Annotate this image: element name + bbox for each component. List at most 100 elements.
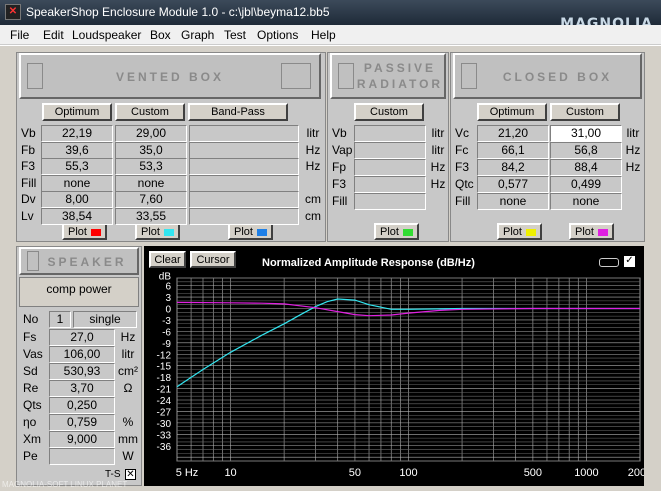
closed-custom-button[interactable]: Custom [550,103,620,121]
y-tick-label: -36 [157,442,172,453]
app-icon[interactable]: ✕ [5,4,21,20]
menu-graph[interactable]: Graph [181,28,214,42]
speaker-mode[interactable]: single [73,311,137,328]
menu-bar: File Edit Loudspeaker Box Graph Test Opt… [0,25,661,45]
speaker-name: comp power [46,282,112,296]
speaker-no-value[interactable]: 1 [49,311,71,328]
vented-plot-custom[interactable]: Plot [135,223,180,240]
closed-row-unit: Hz [625,143,641,157]
speaker-name-box[interactable]: comp power [19,277,139,307]
vented-custom-value[interactable]: 7,60 [115,191,187,208]
vented-optimum-value: 39,6 [41,141,113,159]
y-tick-label: -15 [157,362,172,373]
speaker-param-unit: % [122,415,134,429]
speaker-param-value[interactable]: 106,00 [49,346,115,363]
passive-row-label: Vb [332,126,347,140]
closed-box-header: CLOSED BOX [453,53,642,99]
closed-row-label: Qtc [455,177,474,191]
y-tick-label: -30 [157,419,172,430]
menu-file[interactable]: File [10,28,29,42]
passive-value[interactable] [354,125,426,142]
passive-row-unit: litr [431,126,445,140]
speaker-param-value[interactable]: 27,0 [49,329,115,346]
vented-bandpass-value [189,141,299,159]
band-pass-button[interactable]: Band-Pass [188,103,288,121]
speaker-param-unit: W [122,449,134,463]
magenta-swatch [597,228,608,236]
y-tick-label: -12 [157,350,172,361]
closed-optimum-button[interactable]: Optimum [477,103,547,121]
speaker-param-label: ηo [23,415,37,429]
speaker-title: SPEAKER [47,255,127,269]
passive-title-1: PASSIVE [363,61,437,75]
vented-custom-button[interactable]: Custom [115,103,185,121]
closed-custom-value[interactable]: 56,8 [550,142,622,159]
closed-row-unit: litr [626,126,640,140]
speaker-param-value[interactable]: 530,93 [49,363,115,380]
vented-custom-value[interactable]: 35,0 [115,141,187,159]
vented-row-unit: litr [306,126,320,140]
closed-optimum-value: 84,2 [477,159,549,176]
ts-checkbox[interactable]: ✕ [125,469,136,480]
response-graph[interactable]: Clear Cursor Normalized Amplitude Respon… [144,246,644,486]
menu-edit[interactable]: Edit [43,28,64,42]
vented-plot-optimum[interactable]: Plot [62,223,107,240]
passive-row-label: F3 [332,177,347,191]
vented-optimum-value: 38,54 [41,207,113,225]
passive-value[interactable] [354,142,426,159]
closed-custom-value[interactable]: 31,00 [550,125,622,142]
vented-plot-bandpass[interactable]: Plot [228,223,273,240]
green-swatch [402,228,413,236]
red-swatch [90,228,101,236]
vented-bandpass-value [189,191,299,208]
speaker-param-label: Xm [23,432,41,446]
menu-help[interactable]: Help [311,28,336,42]
vented-box-title: VENTED BOX [115,70,224,84]
vented-optimum-button[interactable]: Optimum [42,103,112,121]
menu-test[interactable]: Test [224,28,246,42]
vented-bandpass-value [189,174,299,192]
vented-custom-value[interactable]: 29,00 [115,125,187,142]
vented-box-header: VENTED BOX [19,53,321,99]
speaker-param-unit: mm [118,432,138,446]
closed-box-panel: CLOSED BOX Optimum Custom Plot Plot Vc 21… [450,52,645,242]
vented-custom-value[interactable]: none [115,174,187,192]
speaker-param-label: Qts [23,398,42,412]
closed-plot-custom[interactable]: Plot [569,223,614,240]
speaker-param-label: Pe [23,449,38,463]
y-tick-label: -3 [162,316,171,327]
speaker-param-value[interactable]: 0,250 [49,397,115,414]
passive-value[interactable] [354,176,426,193]
speaker-param-value[interactable] [49,448,115,465]
x-tick-label: 2000 [628,467,644,479]
vented-optimum-value: none [41,174,113,192]
speaker-param-unit: Hz [120,330,136,344]
vented-optimum-value: 55,3 [41,158,113,175]
vented-box-panel: VENTED BOX Optimum Custom Band-Pass Plot… [16,52,326,242]
vented-row-label: Fill [21,175,37,190]
vented-optimum-value: 8,00 [41,191,113,208]
speaker-param-value[interactable]: 9,000 [49,431,115,448]
closed-custom-value[interactable]: 88,4 [550,159,622,176]
vented-row-label: Fb [21,142,36,157]
closed-custom-value[interactable]: 0,499 [550,176,622,193]
passive-custom-button[interactable]: Custom [354,103,424,121]
passive-value[interactable] [354,159,426,176]
y-tick-label: 6 [165,282,171,293]
speaker-param-value[interactable]: 3,70 [49,380,115,397]
menu-loudspeaker[interactable]: Loudspeaker [72,28,141,42]
vented-custom-value[interactable]: 53,3 [115,158,187,175]
closed-plot-optimum[interactable]: Plot [497,223,542,240]
menu-options[interactable]: Options [257,28,298,42]
closed-row-label: Fill [455,194,471,208]
vented-row-label: Vb [21,126,36,140]
passive-value[interactable] [354,193,426,210]
passive-plot-button[interactable]: Plot [374,223,419,240]
speaker-param-value[interactable]: 0,759 [49,414,115,431]
x-tick-label: 500 [524,467,542,479]
speaker-param-label: Vas [23,347,43,361]
closed-custom-value[interactable]: none [550,193,622,210]
menu-box[interactable]: Box [150,28,171,42]
vented-custom-value[interactable]: 33,55 [115,207,187,225]
vented-row-label: F3 [21,159,36,173]
